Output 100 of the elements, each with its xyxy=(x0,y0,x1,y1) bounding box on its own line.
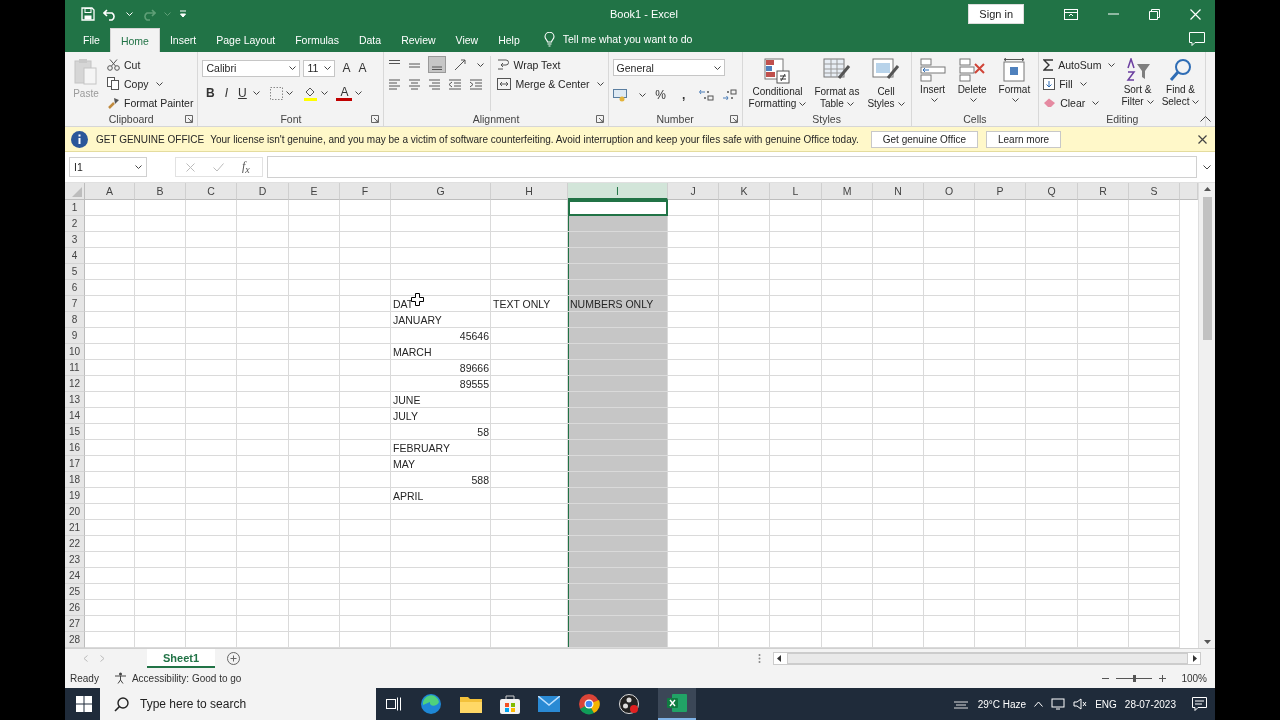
copy-button[interactable]: Copy xyxy=(107,75,194,92)
ribbon-tab[interactable]: Help xyxy=(488,28,530,52)
zoom-in-icon[interactable] xyxy=(1159,674,1167,682)
caret-icon[interactable] xyxy=(930,98,938,102)
ribbon-tab[interactable]: File xyxy=(73,28,110,52)
style-button[interactable]: Cell Styles xyxy=(865,56,907,112)
caret-icon[interactable] xyxy=(799,102,807,106)
dialog-launcher-icon[interactable] xyxy=(371,115,380,123)
row-header[interactable]: 9 xyxy=(65,328,85,344)
row-header[interactable]: 10 xyxy=(65,344,85,360)
cut-button[interactable]: Cut xyxy=(107,56,194,73)
fill-color-icon[interactable] xyxy=(303,85,319,101)
scroll-down-icon[interactable] xyxy=(1203,640,1211,644)
row-header[interactable]: 21 xyxy=(65,520,85,536)
dialog-launcher-icon[interactable] xyxy=(595,115,604,123)
row-header[interactable]: 6 xyxy=(65,280,85,296)
bottom-align-icon[interactable] xyxy=(428,56,447,73)
comment-icon[interactable] xyxy=(1189,32,1205,46)
scroll-thumb[interactable] xyxy=(1202,197,1212,340)
font-name-field[interactable]: Calibri xyxy=(202,59,301,77)
row-header[interactable]: 4 xyxy=(65,248,85,264)
caret-icon[interactable] xyxy=(286,91,294,95)
close-icon[interactable] xyxy=(1198,134,1207,144)
percent-button[interactable]: % xyxy=(652,86,669,104)
caret-icon[interactable] xyxy=(1203,164,1211,170)
sign-in-button[interactable]: Sign in xyxy=(968,4,1024,24)
dialog-launcher-icon[interactable] xyxy=(729,115,738,123)
accounting-icon[interactable] xyxy=(612,88,629,102)
row-header[interactable]: 15 xyxy=(65,424,85,440)
taskbar-search-field[interactable]: Type here to search xyxy=(100,688,376,720)
store-icon[interactable] xyxy=(500,694,520,714)
sort-filter-button[interactable]: Sort & Filter xyxy=(1119,56,1156,111)
cells-button[interactable]: Format xyxy=(994,56,1035,111)
accessibility-icon[interactable] xyxy=(113,672,127,684)
slider-thumb[interactable] xyxy=(1133,674,1137,682)
merge-center-button[interactable]: Merge & Center xyxy=(497,75,604,92)
row-header[interactable]: 22 xyxy=(65,536,85,552)
orientation-icon[interactable] xyxy=(453,58,468,71)
caret-icon[interactable] xyxy=(1079,81,1087,86)
comma-button[interactable]: , xyxy=(675,86,692,104)
underline-button[interactable]: U xyxy=(234,84,251,102)
row-header[interactable]: 1 xyxy=(65,200,85,216)
formula-input[interactable] xyxy=(267,156,1197,178)
find-select-button[interactable]: Find & Select xyxy=(1159,56,1202,111)
caret-icon[interactable] xyxy=(135,165,142,169)
cells-button[interactable]: Insert xyxy=(915,56,950,111)
restore-icon[interactable] xyxy=(1149,8,1160,20)
column-header[interactable]: E xyxy=(289,183,340,200)
splitter-icon[interactable] xyxy=(758,654,761,663)
ribbon-tab[interactable]: Insert xyxy=(159,28,207,52)
taskbar-date[interactable]: 28-07-2023 xyxy=(1124,698,1176,710)
ribbon-tab[interactable]: Page Layout xyxy=(206,28,286,52)
row-header[interactable]: 16 xyxy=(65,440,85,456)
browser-icon[interactable] xyxy=(420,693,442,715)
ribbon-tab[interactable]: Formulas xyxy=(285,28,349,52)
row-header[interactable]: 18 xyxy=(65,472,85,488)
row-header[interactable]: 7 xyxy=(65,296,85,312)
bold-button[interactable]: B xyxy=(202,84,219,102)
scroll-thumb[interactable] xyxy=(787,653,1188,664)
column-header[interactable]: C xyxy=(186,183,237,200)
column-header[interactable]: B xyxy=(135,183,186,200)
style-button[interactable]: Format as Table xyxy=(812,56,862,112)
column-header[interactable]: H xyxy=(491,183,568,200)
weather-icon[interactable] xyxy=(951,698,970,710)
row-header[interactable]: 2 xyxy=(65,216,85,232)
network-icon[interactable] xyxy=(1051,698,1066,710)
undo-icon[interactable] xyxy=(103,7,118,21)
ribbon-tab[interactable]: Data xyxy=(348,28,392,52)
scroll-left-icon[interactable] xyxy=(777,655,781,662)
row-header[interactable]: 11 xyxy=(65,360,85,376)
recorder-icon[interactable] xyxy=(618,693,640,715)
mail-icon[interactable] xyxy=(538,696,560,712)
name-box[interactable]: I1 xyxy=(69,157,147,177)
column-header[interactable]: N xyxy=(873,183,924,200)
row-header[interactable]: 28 xyxy=(65,632,85,648)
message-button[interactable]: Learn more xyxy=(985,130,1062,148)
caret-icon[interactable] xyxy=(970,98,978,102)
caret-icon[interactable] xyxy=(289,66,297,70)
decrease-decimal-icon[interactable] xyxy=(721,89,738,101)
column-header[interactable]: Q xyxy=(1026,183,1078,200)
caret-icon[interactable] xyxy=(1092,100,1100,105)
wrap-text-button[interactable]: Wrap Text xyxy=(497,56,604,73)
caret-icon[interactable] xyxy=(477,62,485,67)
caret-icon[interactable] xyxy=(596,81,604,86)
folder-icon[interactable] xyxy=(460,695,482,713)
decrease-indent-icon[interactable] xyxy=(448,79,463,90)
zoom-out-icon[interactable] xyxy=(1102,676,1110,680)
caret-icon[interactable] xyxy=(713,65,721,70)
column-header[interactable]: K xyxy=(719,183,770,200)
row-header[interactable]: 24 xyxy=(65,568,85,584)
insert-function-button[interactable]: f$_{x}$ xyxy=(242,158,250,176)
row-header[interactable]: 8 xyxy=(65,312,85,328)
autosum-button[interactable]: AutoSum xyxy=(1043,56,1116,73)
message-button[interactable]: Get genuine Office xyxy=(870,130,978,148)
caret-icon[interactable] xyxy=(1192,100,1200,104)
column-header[interactable]: L xyxy=(770,183,822,200)
row-header[interactable]: 12 xyxy=(65,376,85,392)
ribbon-tab[interactable]: Home xyxy=(109,28,160,52)
number-format-field[interactable]: General xyxy=(612,59,725,76)
row-header[interactable]: 23 xyxy=(65,552,85,568)
